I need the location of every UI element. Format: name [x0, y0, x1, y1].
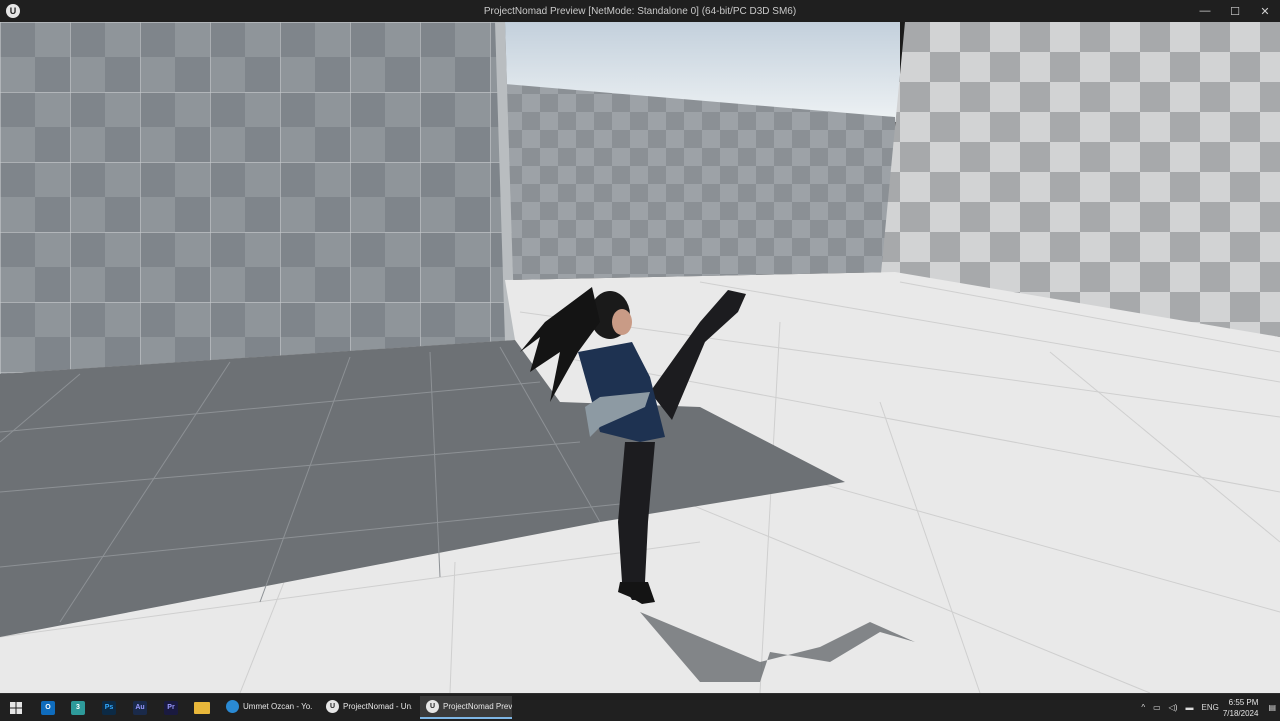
- pinned-app-3[interactable]: 3: [68, 697, 88, 718]
- pinned-audition[interactable]: Au: [130, 697, 150, 718]
- task-unreal-editor[interactable]: U ProjectNomad - Un...: [320, 696, 412, 719]
- start-button[interactable]: [6, 697, 26, 718]
- pinned-file-explorer[interactable]: [192, 697, 212, 718]
- maximize-button[interactable]: ☐: [1220, 0, 1250, 22]
- tray-overflow-chevron-icon[interactable]: ^: [1141, 703, 1145, 712]
- windows-taskbar: O 3 Ps Au Pr Ummet Ozcan - Yo... U Proje…: [0, 693, 1280, 721]
- task-projectnomad-preview[interactable]: U ProjectNomad Previ...: [420, 696, 512, 719]
- clock-date: 7/18/2024: [1222, 708, 1259, 718]
- scene-render: [0, 22, 1280, 693]
- task-label: ProjectNomad - Un...: [343, 702, 412, 711]
- audition-icon: Au: [133, 700, 147, 715]
- game-viewport[interactable]: [0, 22, 1280, 693]
- minimize-button[interactable]: —: [1190, 0, 1220, 22]
- battery-icon[interactable]: ▬: [1186, 703, 1194, 712]
- window-title: ProjectNomad Preview [NetMode: Standalon…: [483, 6, 797, 17]
- photoshop-icon: Ps: [102, 700, 116, 715]
- edge-icon: [226, 700, 239, 713]
- unreal-icon: U: [326, 700, 339, 713]
- pinned-premiere[interactable]: Pr: [161, 697, 181, 718]
- close-button[interactable]: ✕: [1250, 0, 1280, 22]
- pinned-photoshop[interactable]: Ps: [99, 697, 119, 718]
- clock-time: 6:55 PM: [1228, 697, 1259, 707]
- network-icon[interactable]: ▭: [1153, 703, 1161, 712]
- notification-icon[interactable]: ▤: [1268, 703, 1276, 712]
- back-wall: [505, 84, 895, 280]
- windows-start-icon: [10, 701, 22, 714]
- left-wall: [0, 22, 515, 374]
- task-label: Ummet Ozcan - Yo...: [243, 702, 312, 711]
- language-indicator[interactable]: ENG: [1202, 703, 1219, 712]
- unreal-icon: U: [426, 700, 439, 713]
- volume-icon[interactable]: ◁): [1169, 703, 1178, 712]
- window-controls: — ☐ ✕: [1190, 0, 1280, 22]
- file-explorer-icon: [194, 701, 210, 714]
- title-bar[interactable]: U ProjectNomad Preview [NetMode: Standal…: [0, 0, 1280, 22]
- system-tray: ^ ▭ ◁) ▬ ENG 6:55 PM 7/18/2024 ▤: [1137, 694, 1280, 721]
- game-preview-window: U ProjectNomad Preview [NetMode: Standal…: [0, 0, 1280, 721]
- outlook-icon: O: [41, 700, 55, 715]
- task-label: ProjectNomad Previ...: [443, 702, 512, 711]
- premiere-icon: Pr: [164, 700, 178, 715]
- pinned-outlook[interactable]: O: [38, 697, 58, 718]
- task-edge[interactable]: Ummet Ozcan - Yo...: [220, 696, 312, 719]
- app-3-icon: 3: [71, 700, 85, 715]
- clock[interactable]: 6:55 PM 7/18/2024: [1223, 697, 1259, 719]
